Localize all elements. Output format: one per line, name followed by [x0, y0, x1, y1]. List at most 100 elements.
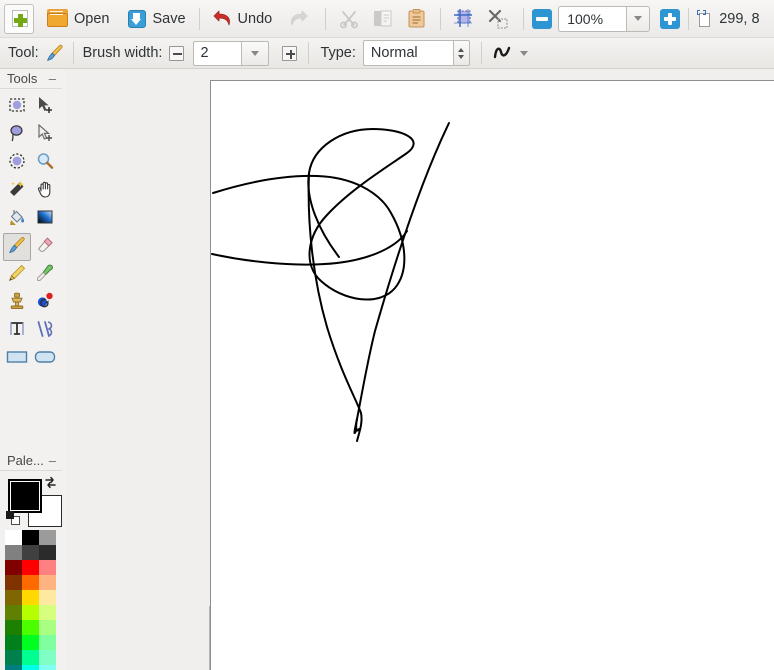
toolbar-separator	[325, 7, 327, 30]
tool-paint-bucket[interactable]	[3, 205, 31, 233]
tool-clone-stamp[interactable]	[3, 289, 31, 317]
image-canvas[interactable]	[210, 80, 774, 670]
tool-ellipse-select[interactable]	[3, 149, 31, 177]
blend-mode-dropdown-icon[interactable]	[519, 50, 528, 56]
tool-magic-wand[interactable]	[3, 177, 31, 205]
palette-swatch[interactable]	[39, 620, 56, 635]
palette-swatch[interactable]	[22, 530, 39, 545]
tool-rounded-rectangle[interactable]	[31, 345, 59, 373]
undo-label: Undo	[237, 10, 273, 27]
palette-swatch[interactable]	[22, 575, 39, 590]
tool-pencil[interactable]	[3, 261, 31, 289]
magic-wand-icon	[8, 180, 26, 203]
tool-lasso-select[interactable]	[3, 121, 31, 149]
palette-swatch[interactable]	[22, 590, 39, 605]
blend-type-spinner[interactable]	[452, 40, 470, 66]
palette-panel-minimize-button[interactable]: –	[49, 454, 56, 467]
zoom-level-input[interactable]: 100%	[558, 5, 627, 32]
brush-width-decrease-button[interactable]	[169, 45, 185, 61]
palette-swatch[interactable]	[39, 545, 56, 560]
palette-swatch[interactable]	[5, 575, 22, 590]
palette-swatch[interactable]	[22, 635, 39, 650]
main-toolbar: Open Save Undo 100% 299, 8	[0, 0, 774, 38]
palette-swatch[interactable]	[39, 575, 56, 590]
zoom-dropdown-button[interactable]	[626, 5, 651, 32]
undo-button[interactable]: Undo	[206, 4, 280, 34]
brush-stroke	[212, 128, 415, 301]
deselect-all-button[interactable]	[481, 4, 515, 34]
palette-swatch[interactable]	[22, 665, 39, 670]
tool-pan[interactable]	[31, 177, 59, 205]
palette-swatch[interactable]	[39, 635, 56, 650]
brush-width-input[interactable]: 2	[193, 40, 242, 66]
pinta-window: Open Save Undo 100% 299, 8 Tool: Brush w…	[0, 0, 774, 670]
brush-width-combo[interactable]: 2	[193, 40, 270, 66]
primary-color-swatch[interactable]	[8, 479, 42, 513]
rounded-rectangle-icon	[34, 349, 56, 370]
tool-rectangle-shape[interactable]	[3, 345, 31, 373]
palette-swatch[interactable]	[5, 635, 22, 650]
tool-move-selected[interactable]	[31, 93, 59, 121]
palette-swatch[interactable]	[5, 560, 22, 575]
palette-swatch[interactable]	[5, 605, 22, 620]
tool-gradient[interactable]	[31, 205, 59, 233]
options-separator	[308, 42, 310, 64]
palette-swatch[interactable]	[5, 665, 22, 670]
tool-move-selection[interactable]	[31, 121, 59, 149]
copy-button[interactable]	[366, 4, 400, 34]
new-image-button[interactable]	[4, 3, 34, 34]
palette-swatch[interactable]	[5, 545, 22, 560]
tool-text[interactable]	[3, 317, 31, 345]
redo-button[interactable]	[281, 4, 315, 34]
tool-line-curve[interactable]	[31, 317, 59, 345]
palette-swatch[interactable]	[5, 590, 22, 605]
undo-arrow-icon	[213, 10, 233, 28]
brush-width-label: Brush width:	[82, 45, 163, 61]
reset-colors-icon[interactable]	[6, 511, 20, 525]
zoom-combo[interactable]: 100%	[558, 5, 651, 32]
palette-swatch[interactable]	[22, 650, 39, 665]
options-separator	[72, 42, 74, 64]
palette-swatch[interactable]	[5, 530, 22, 545]
tool-eraser[interactable]	[31, 233, 59, 261]
palette-swatch[interactable]	[39, 650, 56, 665]
blend-type-combo[interactable]: Normal	[362, 40, 470, 66]
crop-to-selection-button[interactable]	[447, 4, 481, 34]
squiggle-line-icon[interactable]	[493, 44, 515, 62]
brush-width-increase-button[interactable]	[282, 45, 298, 61]
cut-button[interactable]	[332, 4, 366, 34]
tool-color-picker[interactable]	[31, 261, 59, 289]
palette-swatch[interactable]	[22, 545, 39, 560]
color-selector	[4, 475, 62, 527]
line-curve-icon	[36, 320, 54, 343]
zoom-out-icon	[536, 17, 549, 21]
brush-width-dropdown-button[interactable]	[241, 40, 270, 66]
open-button[interactable]: Open	[40, 4, 116, 34]
eraser-icon	[36, 236, 54, 259]
palette-swatch[interactable]	[39, 560, 56, 575]
tool-recolor[interactable]	[31, 289, 59, 317]
type-label: Type:	[320, 45, 356, 61]
canvas-surface[interactable]	[211, 81, 774, 670]
blend-type-value[interactable]: Normal	[362, 40, 453, 66]
redo-arrow-icon	[288, 10, 308, 28]
tool-paintbrush[interactable]	[3, 233, 31, 261]
palette-swatch[interactable]	[39, 665, 56, 670]
save-button[interactable]: Save	[120, 4, 192, 34]
palette-swatch[interactable]	[39, 590, 56, 605]
palette-swatch[interactable]	[39, 605, 56, 620]
zoom-out-button[interactable]	[532, 8, 553, 29]
zoom-in-button[interactable]	[660, 8, 681, 29]
palette-swatch[interactable]	[5, 620, 22, 635]
tools-panel-minimize-button[interactable]: –	[49, 72, 56, 85]
palette-swatch[interactable]	[22, 605, 39, 620]
paste-button[interactable]	[400, 4, 434, 34]
palette-swatch[interactable]	[39, 530, 56, 545]
swap-colors-icon[interactable]	[44, 476, 57, 489]
palette-swatch[interactable]	[5, 650, 22, 665]
palette-swatch[interactable]	[22, 620, 39, 635]
palette-swatch[interactable]	[22, 560, 39, 575]
tool-rectangle-select[interactable]	[3, 93, 31, 121]
options-separator	[480, 42, 482, 64]
tool-zoom[interactable]	[31, 149, 59, 177]
